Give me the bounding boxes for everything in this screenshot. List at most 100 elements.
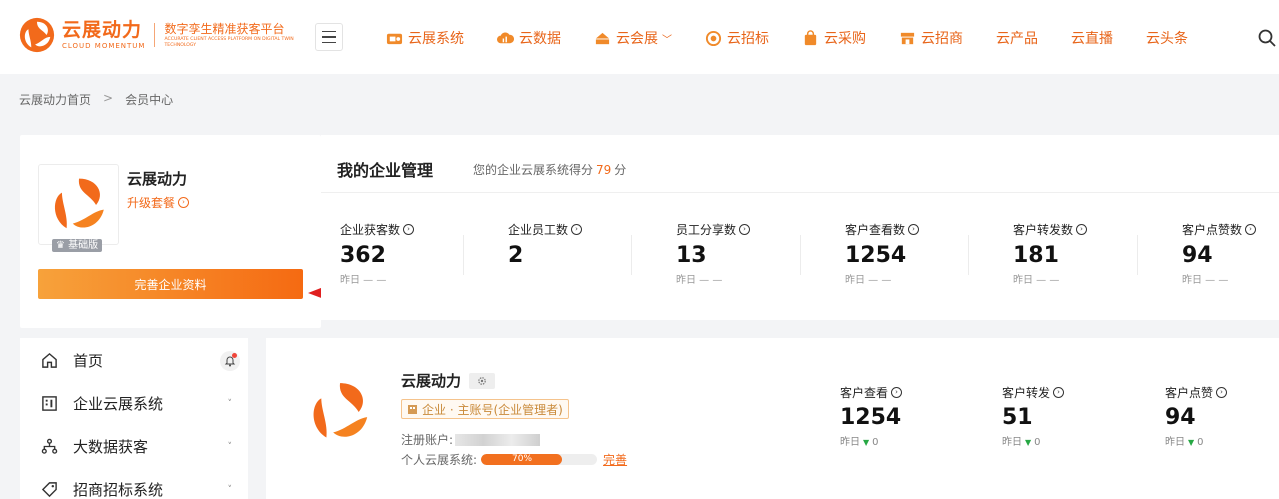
brand-logo[interactable]: 云展动力 CLOUD MOMENTUM 数字孪生精准获客平台 ACCURATE …: [18, 16, 304, 54]
nav-label: 云数据: [519, 31, 561, 47]
company-logo-icon[interactable]: [306, 378, 374, 446]
nav-item-exhibition[interactable]: 云会展 ﹀: [594, 28, 672, 48]
nav-item-bid[interactable]: 云招标: [705, 28, 769, 48]
nav-item-cloud-data[interactable]: 云数据: [497, 28, 561, 48]
score-value: 79: [596, 163, 612, 177]
nav-item-purchase[interactable]: 云采购: [802, 28, 866, 48]
progress-text: 70%: [512, 454, 533, 464]
nav-item-products[interactable]: 云产品: [996, 28, 1038, 48]
nav-item-cloud-system[interactable]: 云展系统: [386, 28, 464, 48]
up-arrow-icon: ▼: [1188, 438, 1195, 447]
side-item-bidding[interactable]: 招商招标系统 ˅: [20, 468, 248, 499]
stat-sub: 昨日 — —: [1013, 275, 1060, 286]
side-item-label: 企业云展系统: [73, 395, 164, 413]
side-item-label: 大数据获客: [73, 438, 149, 456]
search-icon[interactable]: [1257, 28, 1277, 48]
stat-sub-prefix: 昨日: [1165, 437, 1185, 448]
complete-link[interactable]: 完善: [603, 451, 627, 468]
menu-toggle-button[interactable]: [315, 23, 343, 51]
chevron-down-icon: ˅: [227, 441, 233, 452]
company-logo-icon: [54, 178, 104, 228]
top-navbar: 云展动力 CLOUD MOMENTUM 数字孪生精准获客平台 ACCURATE …: [0, 0, 1279, 74]
upgrade-plan-label: 升级套餐: [127, 196, 176, 210]
stat-sub-value: 0: [1197, 437, 1204, 448]
cloud-system-icon: [386, 33, 403, 44]
stat-forwards[interactable]: 客户转发数 › 181 昨日 — —: [1013, 221, 1181, 286]
stat-sub: 昨日 — —: [845, 275, 892, 286]
stat-value: 1254: [845, 243, 907, 268]
level-badge: ♛ 基础版: [52, 239, 103, 252]
nav-item-merchants[interactable]: 云招商: [899, 28, 963, 48]
side-item-label: 招商招标系统: [73, 481, 164, 499]
divider: [463, 235, 464, 275]
chevron-down-icon: ˅: [227, 484, 233, 495]
stat-label: 客户点赞: [1165, 386, 1214, 400]
network-icon: [41, 438, 58, 454]
stat-employees[interactable]: 企业员工数 › 2: [508, 221, 676, 271]
notification-button[interactable]: [220, 350, 240, 371]
complete-profile-button[interactable]: 完善企业资料: [38, 269, 303, 299]
stat-value: 362: [340, 243, 386, 268]
nav-label: 云产品: [996, 31, 1038, 47]
stat-shares[interactable]: 员工分享数 › 13 昨日 — —: [676, 221, 844, 286]
logo-divider: [154, 23, 156, 47]
chevron-right-circle-icon: ›: [571, 224, 583, 235]
upgrade-plan-link[interactable]: 升级套餐 ›: [127, 194, 190, 211]
system-score: 您的企业云展系统得分 79 分: [473, 161, 626, 178]
stat-value: 181: [1013, 243, 1059, 268]
nav-label: 云招商: [921, 31, 963, 47]
breadcrumb-current: 会员中心: [125, 93, 174, 107]
level-badge-label: 基础版: [68, 240, 99, 251]
breadcrumb-home[interactable]: 云展动力首页: [19, 91, 91, 108]
stat-likes[interactable]: 客户点赞数 › 94 昨日 — —: [1182, 221, 1279, 286]
personal-system-row: 个人云展系统: 70% 完善: [401, 451, 627, 468]
stat-label: 客户查看数: [845, 223, 906, 237]
chevron-right-circle-icon: ›: [1076, 224, 1088, 235]
stat-sub: 昨日 — —: [676, 275, 723, 286]
menu-icon-line: [322, 41, 336, 44]
panel-title: 我的企业管理: [337, 161, 434, 180]
profile-company-name: 云展动力: [127, 170, 188, 188]
mini-stat-likes[interactable]: 客户点赞 › 94 昨日 ▼ 0: [1165, 384, 1228, 448]
account-label: 注册账户:: [401, 433, 454, 447]
mini-stat-forwards[interactable]: 客户转发 › 51 昨日 ▼ 0: [1002, 384, 1065, 448]
role-badge: 企业 · 主账号(企业管理者): [401, 399, 569, 419]
stat-sub: 昨日 — —: [340, 275, 387, 286]
nav-label: 云招标: [727, 31, 769, 47]
company-avatar[interactable]: [38, 164, 119, 245]
side-menu: 首页 企业云展系统 ˅ 大数据获客 ˅ 招商招标系统 ˅: [20, 338, 248, 499]
chevron-right-circle-icon: ›: [891, 387, 903, 398]
divider: [1137, 235, 1138, 275]
chevron-right-circle-icon: ›: [908, 224, 920, 235]
brand-name-en: CLOUD MOMENTUM: [62, 42, 146, 50]
role-label: 企业 · 主账号(企业管理者): [422, 402, 563, 417]
side-item-home[interactable]: 首页: [20, 339, 248, 382]
nav-label: 云采购: [824, 31, 866, 47]
profile-card: ♛ 基础版 云展动力 升级套餐 › 完善企业资料: [20, 135, 321, 328]
stat-sub-prefix: 昨日: [1002, 437, 1022, 448]
side-item-cloud-system[interactable]: 企业云展系统 ˅: [20, 382, 248, 425]
up-arrow-icon: ▼: [1025, 438, 1032, 447]
enterprise-card: 云展动力 企业 · 主账号(企业管理者) 注册账户: 个人云展系统: 70% 完…: [266, 338, 1279, 499]
nav-item-live[interactable]: 云直播: [1071, 28, 1113, 48]
building-icon: [408, 404, 417, 414]
tag-icon: [41, 482, 57, 498]
stat-views[interactable]: 客户查看数 › 1254 昨日 — —: [845, 221, 1013, 286]
side-item-big-data[interactable]: 大数据获客 ˅: [20, 425, 248, 468]
stat-value: 1254: [840, 405, 902, 430]
brand-slogan-en: ACCURATE CLIENT ACCESS PLATFORM ON DIGIT…: [164, 37, 294, 48]
cloud-data-icon: [497, 31, 514, 43]
stat-label: 客户转发: [1002, 386, 1051, 400]
stat-value: 2: [508, 243, 524, 268]
settings-button[interactable]: [469, 372, 496, 389]
divider: [800, 235, 801, 275]
stat-label: 客户查看: [840, 386, 889, 400]
nav-item-headlines[interactable]: 云头条: [1146, 28, 1188, 48]
score-prefix: 您的企业云展系统得分: [473, 163, 594, 177]
stat-label: 企业员工数: [508, 223, 569, 237]
mini-stat-views[interactable]: 客户查看 › 1254 昨日 ▼ 0: [840, 384, 903, 448]
gear-icon: [478, 376, 486, 385]
home-icon: [42, 352, 57, 368]
account-value-redacted: [455, 433, 541, 446]
stat-customers[interactable]: 企业获客数 › 362 昨日 — —: [340, 221, 508, 286]
